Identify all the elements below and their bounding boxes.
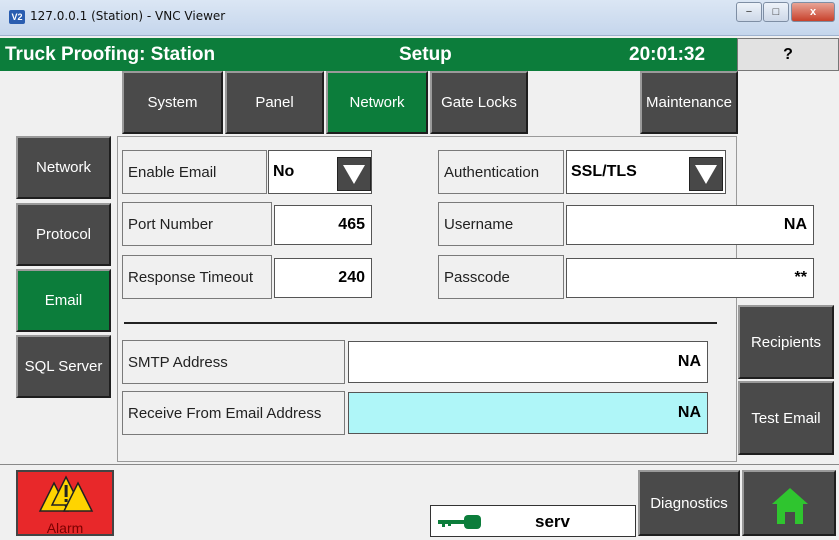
help-button[interactable]: ? [737, 38, 839, 71]
passcode-label: Passcode [438, 255, 564, 299]
receive-from-label: Receive From Email Address [122, 391, 345, 435]
tab-gate-locks[interactable]: Gate Locks [430, 71, 528, 134]
minimize-button[interactable]: − [736, 2, 762, 22]
warning-triangles-icon [38, 475, 94, 512]
sidebar-item-protocol[interactable]: Protocol [16, 203, 111, 266]
tab-panel[interactable]: Panel [225, 71, 324, 134]
username-label: Username [438, 202, 564, 246]
smtp-address-field[interactable]: NA [348, 341, 708, 383]
enable-email-label: Enable Email [122, 150, 267, 194]
tab-maintenance[interactable]: Maintenance [640, 71, 738, 134]
triangle-down-icon[interactable] [689, 157, 723, 191]
home-button[interactable] [742, 470, 836, 536]
triangle-down-icon[interactable] [337, 157, 371, 191]
recipients-button[interactable]: Recipients [738, 305, 834, 379]
key-icon [438, 515, 481, 529]
authentication-value: SSL/TLS [571, 163, 637, 180]
port-number-field[interactable]: 465 [274, 205, 372, 245]
screen-title: Setup [399, 44, 452, 65]
section-divider [124, 322, 717, 324]
sidebar-item-sql-server[interactable]: SQL Server [16, 335, 111, 398]
passcode-field[interactable]: ** [566, 258, 814, 298]
authentication-label: Authentication [438, 150, 564, 194]
response-timeout-field[interactable]: 240 [274, 258, 372, 298]
close-button[interactable]: x [791, 2, 835, 22]
tab-system[interactable]: System [122, 71, 223, 134]
authentication-dropdown[interactable]: SSL/TLS [566, 150, 726, 194]
tab-network[interactable]: Network [326, 71, 428, 134]
vnc-viewer-icon: V2 [9, 10, 25, 24]
enable-email-value: No [273, 163, 295, 180]
clock: 20:01:32 [629, 44, 706, 65]
diagnostics-button[interactable]: Diagnostics [638, 470, 740, 536]
home-icon [772, 488, 808, 524]
sidebar-item-email[interactable]: Email [16, 269, 111, 332]
user-login-box[interactable]: serv [430, 505, 636, 537]
response-timeout-label: Response Timeout [122, 255, 272, 299]
receive-from-field[interactable]: NA [348, 392, 708, 434]
smtp-address-label: SMTP Address [122, 340, 345, 384]
sidebar-item-network[interactable]: Network [16, 136, 111, 199]
port-number-label: Port Number [122, 202, 272, 246]
alarm-button[interactable]: Alarm [16, 470, 114, 536]
window-title: 127.0.0.1 (Station) - VNC Viewer [30, 9, 226, 23]
username-field[interactable]: NA [566, 205, 814, 245]
alarm-label: Alarm [46, 520, 84, 536]
test-email-button[interactable]: Test Email [738, 381, 834, 455]
maximize-button[interactable]: □ [763, 2, 789, 22]
current-user: serv [535, 512, 570, 531]
footer-divider [0, 464, 839, 465]
enable-email-dropdown[interactable]: No [268, 150, 372, 194]
app-title: Truck Proofing: Station [5, 44, 216, 65]
